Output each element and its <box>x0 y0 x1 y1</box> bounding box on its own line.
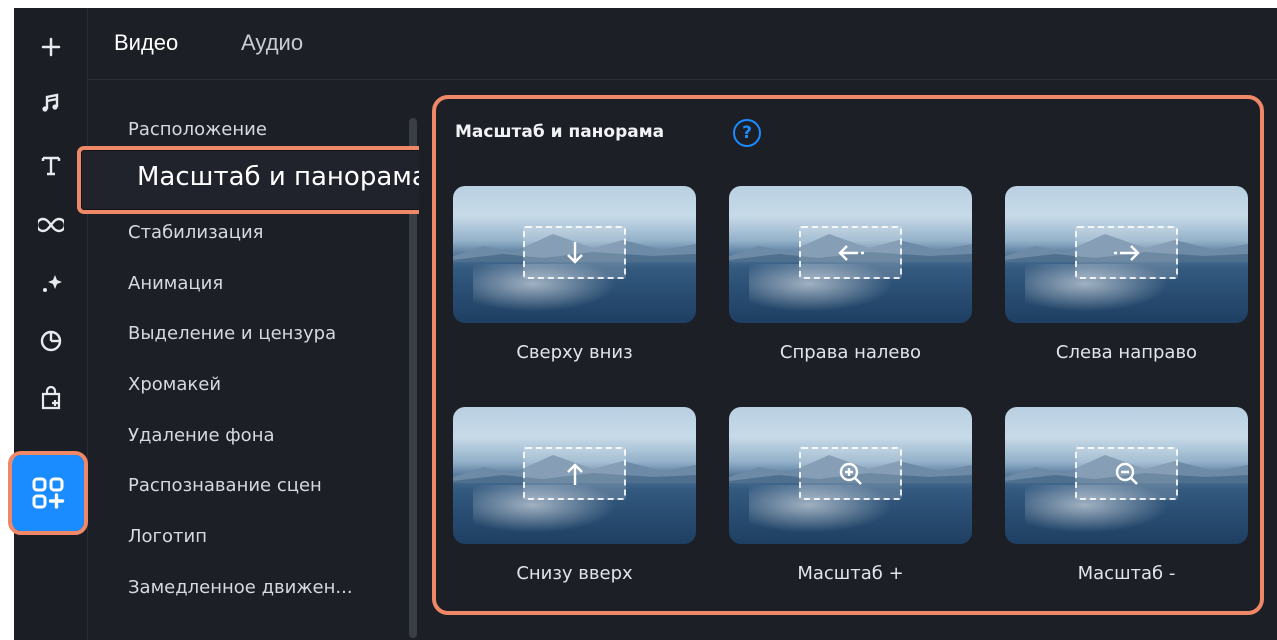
preset-thumbnail <box>729 407 972 544</box>
category-item[interactable]: Выделение и цензура <box>128 323 336 344</box>
tabs-bar: Видео Аудио <box>88 8 1277 80</box>
preset-label: Справа налево <box>779 342 922 363</box>
arrow-left-icon <box>799 226 902 279</box>
arrow-down-icon <box>523 226 626 279</box>
panel-title: Масштаб и панорама <box>455 122 665 142</box>
preset-label: Сверху вниз <box>516 342 633 363</box>
arrow-right-icon <box>1075 226 1178 279</box>
preset-label: Масштаб - <box>1077 563 1176 584</box>
preset-label: Снизу вверх <box>516 563 633 584</box>
zoom-out-icon <box>1075 447 1178 500</box>
more-tools-icon[interactable] <box>8 451 88 535</box>
left-toolbar <box>14 8 88 640</box>
category-item[interactable]: Распознавание сцен <box>128 475 322 496</box>
category-item[interactable]: Удаление фона <box>128 425 275 446</box>
category-item[interactable]: Анимация <box>128 273 223 294</box>
preset-label: Масштаб + <box>797 563 904 584</box>
category-item[interactable]: Замедленное движен... <box>128 577 353 598</box>
preset-thumbnail <box>729 186 972 323</box>
arrow-up-icon <box>523 447 626 500</box>
category-item[interactable]: Логотип <box>128 526 207 547</box>
callouts-icon[interactable] <box>14 374 88 424</box>
tab-audio[interactable]: Аудио <box>241 30 303 56</box>
highlighted-category-label: Масштаб и панорама <box>137 162 428 192</box>
tab-video[interactable]: Видео <box>114 30 178 56</box>
category-item[interactable]: Стабилизация <box>128 222 263 243</box>
preset-thumbnail <box>453 407 696 544</box>
music-icon[interactable] <box>14 78 88 128</box>
category-item[interactable]: Хромакей <box>128 374 221 395</box>
help-icon[interactable]: ? <box>733 119 761 147</box>
preset-thumbnail <box>1005 407 1248 544</box>
preset-thumbnail <box>1005 186 1248 323</box>
plus-icon[interactable] <box>14 22 88 72</box>
category-item[interactable]: Расположение <box>128 119 267 140</box>
effects-icon[interactable] <box>14 258 88 308</box>
sticker-icon[interactable] <box>14 316 88 366</box>
app-window: Видео Аудио Расположение Стабилизация Ан… <box>0 0 1277 640</box>
preset-label: Слева направо <box>1055 342 1198 363</box>
zoom-in-icon <box>799 447 902 500</box>
preset-thumbnail <box>453 186 696 323</box>
